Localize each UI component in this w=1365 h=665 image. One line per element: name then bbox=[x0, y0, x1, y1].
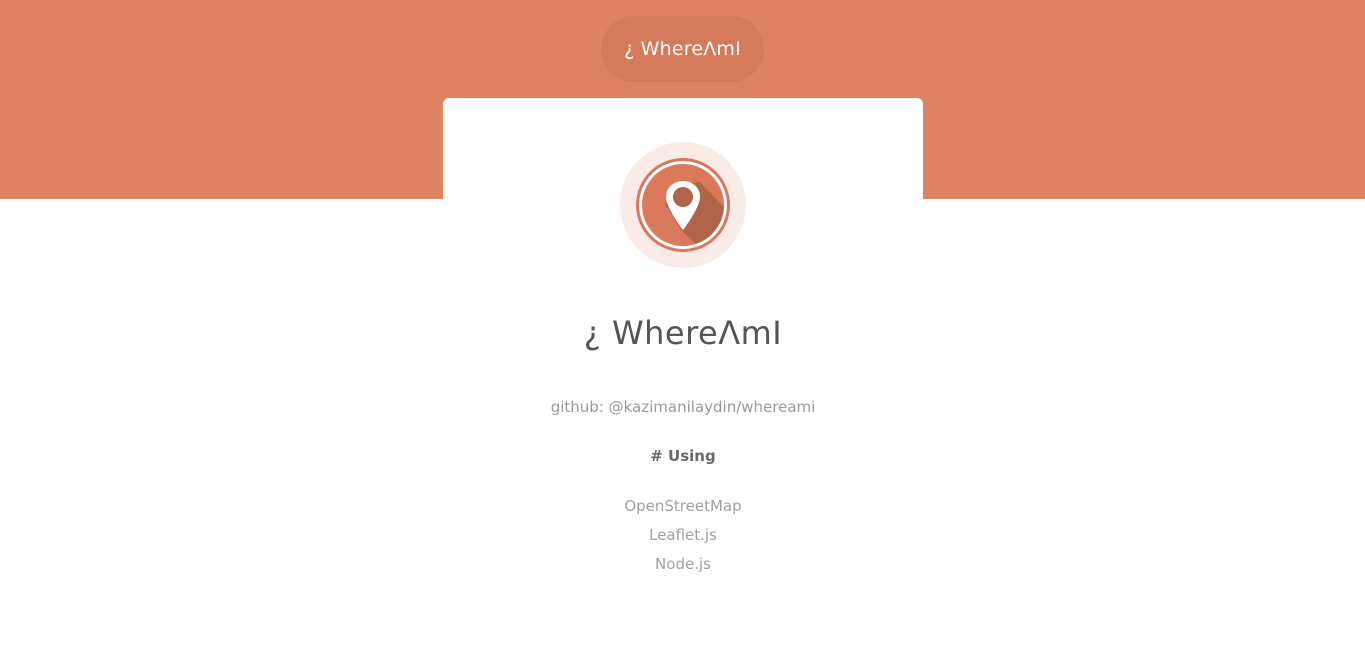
about-card: ¿ WhereΛmI github: @kazimanilaydin/where… bbox=[443, 98, 923, 618]
using-heading: # Using bbox=[650, 447, 716, 465]
app-title: ¿ WhereΛmI bbox=[583, 314, 783, 352]
brand-home-link[interactable]: ¿ WhereΛmI bbox=[601, 16, 764, 82]
page: ¿ WhereΛmI ¿ WhereΛmI github: @kazimanil… bbox=[0, 0, 1365, 665]
location-pin-icon bbox=[620, 142, 746, 268]
list-item: OpenStreetMap bbox=[624, 497, 742, 515]
technology-list: OpenStreetMap Leaflet.js Node.js bbox=[443, 496, 923, 583]
list-item: Leaflet.js bbox=[649, 526, 717, 544]
list-item: Node.js bbox=[655, 555, 711, 573]
app-logo bbox=[620, 142, 746, 268]
github-link[interactable]: github: @kazimanilaydin/whereami bbox=[443, 398, 923, 416]
